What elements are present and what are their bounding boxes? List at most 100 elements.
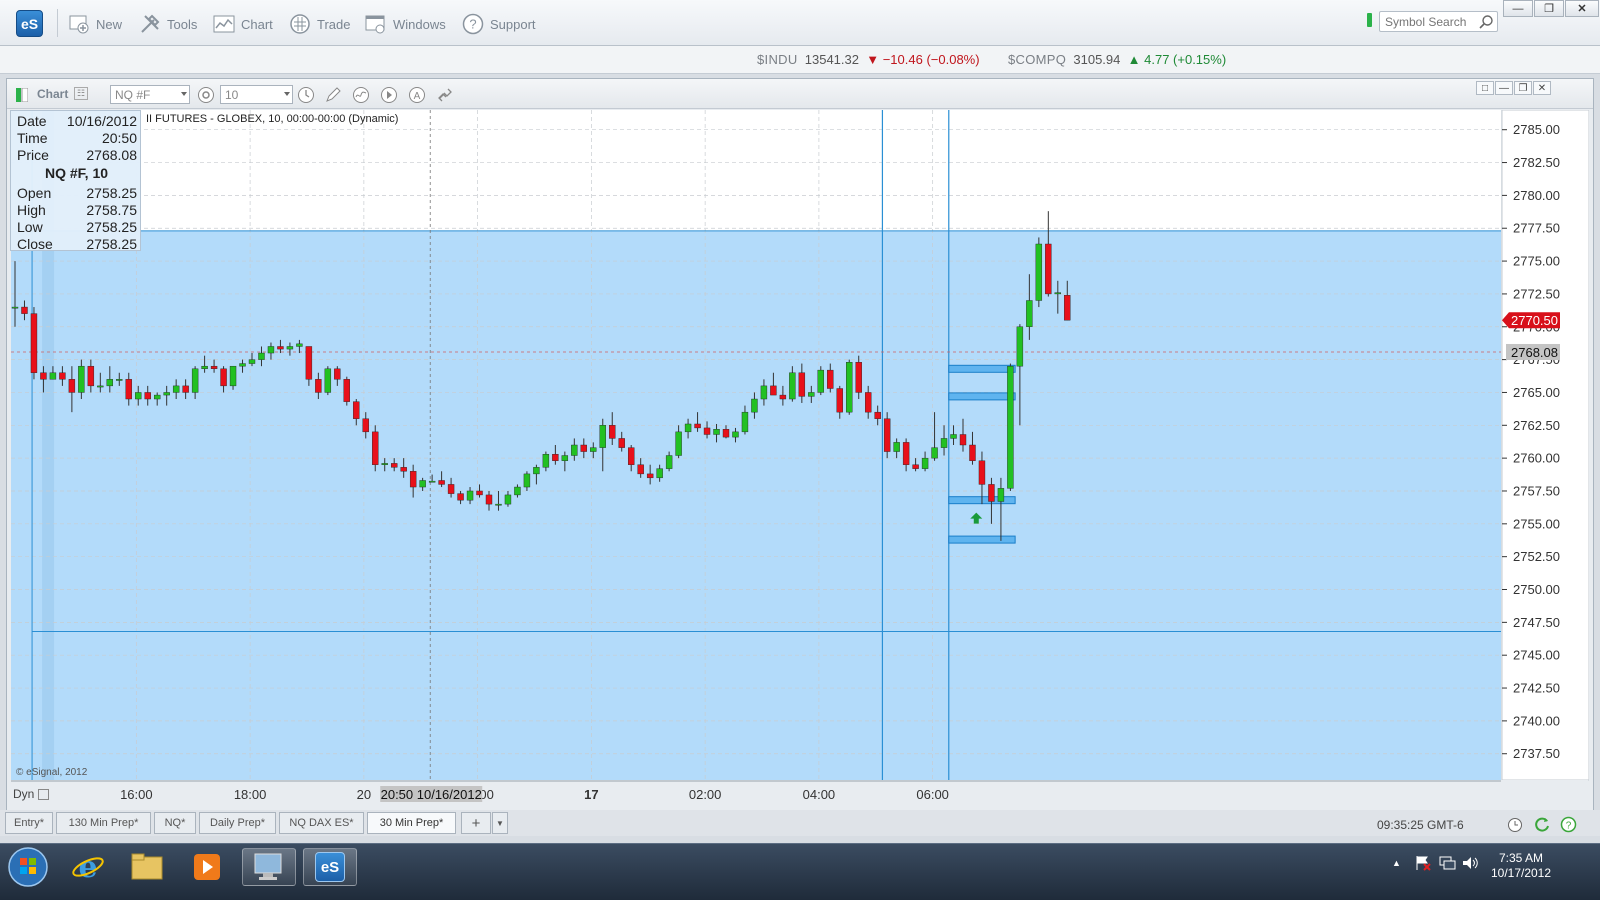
chart-button[interactable]: Chart — [213, 12, 273, 36]
price-tick-label: 2745.00 — [1513, 648, 1560, 663]
clock-icon[interactable] — [296, 85, 316, 105]
price-chart[interactable]: 2785.00 2782.50 2780.00 2777.50 2775.00 2772.… — [11, 110, 1589, 826]
candle-body — [789, 372, 796, 400]
restore-icon: ❐ — [1518, 82, 1528, 94]
study-icon[interactable] — [351, 85, 371, 105]
candle-body — [1026, 300, 1033, 327]
time-tick-label: 06:00 — [916, 787, 949, 802]
data-window-header: NQ #F, 10 — [44, 165, 109, 181]
play-icon[interactable] — [379, 85, 399, 105]
volume-icon[interactable] — [1461, 854, 1479, 875]
candle-body — [865, 392, 872, 413]
candle-body — [751, 398, 758, 413]
candle-body — [959, 434, 967, 446]
data-row-low: Low 2758.25 — [17, 219, 137, 236]
label: Open — [17, 185, 52, 201]
flag-icon[interactable] — [1414, 854, 1432, 875]
start-button[interactable] — [2, 847, 54, 887]
dyn-label[interactable]: Dyn — [13, 787, 49, 801]
timer-icon[interactable] — [1507, 817, 1523, 836]
link-chain-icon[interactable] — [435, 85, 455, 105]
tab-menu-button[interactable]: ▼ — [492, 812, 508, 834]
last-price-label: 2770.50 — [1511, 313, 1558, 328]
chart-minimize-button[interactable]: — — [1495, 81, 1513, 95]
search-icon[interactable] — [1478, 14, 1494, 30]
taskbar-media-player[interactable] — [180, 848, 234, 886]
value: 2768.08 — [86, 147, 137, 163]
minimize-button[interactable]: — — [1503, 0, 1533, 17]
network-icon[interactable] — [1438, 854, 1456, 875]
tab-daily-prep[interactable]: Daily Prep* — [199, 812, 276, 834]
taskbar-clock-time[interactable]: 7:35 AM — [1482, 850, 1560, 866]
candle-body — [646, 473, 654, 479]
value: 2758.25 — [86, 236, 137, 252]
tools-button[interactable]: Tools — [139, 12, 197, 36]
restore-button[interactable]: ❐ — [1534, 0, 1564, 17]
settings-gear-icon[interactable] — [196, 85, 216, 105]
windows-button[interactable]: Windows — [365, 12, 446, 36]
support-button[interactable]: ? Support — [462, 12, 536, 36]
tab-30-min-prep[interactable]: 30 Min Prep* — [367, 812, 456, 834]
chart-close-button[interactable]: ✕ — [1533, 81, 1551, 95]
pencil-icon[interactable] — [323, 85, 343, 105]
candle-body — [741, 411, 749, 433]
price-tick-label: 2777.50 — [1513, 221, 1560, 236]
taskbar-esignal[interactable]: eS — [303, 848, 357, 886]
candle-body — [552, 453, 559, 461]
add-tab-button[interactable]: + — [461, 812, 491, 834]
candle-body — [912, 464, 919, 469]
tab-nq[interactable]: NQ* — [154, 812, 196, 834]
toolbar-separator — [57, 9, 58, 37]
candle-body — [21, 306, 28, 314]
candle-body — [438, 480, 445, 485]
candle-body — [267, 346, 275, 354]
candle-body — [78, 365, 85, 393]
close-button[interactable]: ✕ — [1565, 0, 1599, 17]
trade-button[interactable]: Trade — [289, 12, 350, 36]
label: Price — [17, 147, 49, 163]
candle-body — [978, 460, 986, 485]
chart-restore-button[interactable]: ❐ — [1514, 81, 1532, 95]
plus-icon: + — [471, 814, 481, 832]
chart-maximize-button[interactable]: □ — [1476, 81, 1494, 95]
taskbar-clock-date[interactable]: 10/17/2012 — [1482, 866, 1560, 880]
candle-body — [817, 369, 824, 393]
show-hidden-icons[interactable]: ▲ — [1392, 858, 1401, 868]
link-icon[interactable]: ☷ — [74, 87, 89, 100]
ticker-compq[interactable]: $COMPQ 3105.94 ▲ 4.77 (+0.15%) — [1008, 52, 1226, 67]
chart-toolbar: Chart ☷ NQ #F 10 A □ — ❐ ✕ — [7, 79, 1593, 109]
ticker-row: $INDU 13541.32 ▼ −10.46 (−0.08%) $COMPQ … — [0, 46, 1600, 74]
tab-entry[interactable]: Entry* — [5, 812, 53, 834]
symbol-select[interactable]: NQ #F — [110, 85, 190, 104]
candle-body — [1035, 243, 1043, 301]
taskbar-explorer[interactable] — [120, 848, 174, 886]
candle-body — [419, 480, 426, 488]
label: Date — [17, 113, 47, 129]
data-window: Date 10/16/2012 Time 20:50 Price 2768.08 NQ… — [10, 110, 141, 252]
tab-130-min-prep[interactable]: 130 Min Prep* — [56, 812, 151, 834]
svg-text:?: ? — [1566, 821, 1572, 832]
tab-nq-dax-es[interactable]: NQ DAX ES* — [279, 812, 364, 834]
value: 2758.75 — [86, 202, 137, 218]
candle-body — [628, 447, 635, 465]
time-tick-label: 17 — [584, 787, 598, 802]
esignal-logo[interactable]: eS — [16, 10, 43, 37]
candle-body — [391, 463, 398, 468]
windows-taskbar: e eS ▲ — [0, 843, 1600, 900]
candle-body — [400, 467, 407, 472]
taskbar-remote-desktop[interactable] — [242, 848, 296, 886]
candle-body — [59, 372, 66, 380]
help-icon[interactable]: ? — [1560, 816, 1577, 836]
taskbar-internet-explorer[interactable]: e — [61, 848, 115, 886]
alert-icon[interactable]: A — [407, 85, 427, 105]
trade-icon — [289, 13, 311, 35]
time-tick-label: 16:00 — [120, 787, 153, 802]
trade-label: Trade — [317, 16, 351, 32]
candle-body — [561, 455, 569, 461]
candle-body — [334, 368, 341, 380]
new-button[interactable]: New — [68, 12, 122, 36]
dyn-text: Dyn — [13, 787, 35, 801]
interval-select[interactable]: 10 — [220, 85, 293, 104]
refresh-icon[interactable] — [1534, 816, 1551, 836]
ticker-indu[interactable]: $INDU 13541.32 ▼ −10.46 (−0.08%) — [757, 52, 980, 67]
